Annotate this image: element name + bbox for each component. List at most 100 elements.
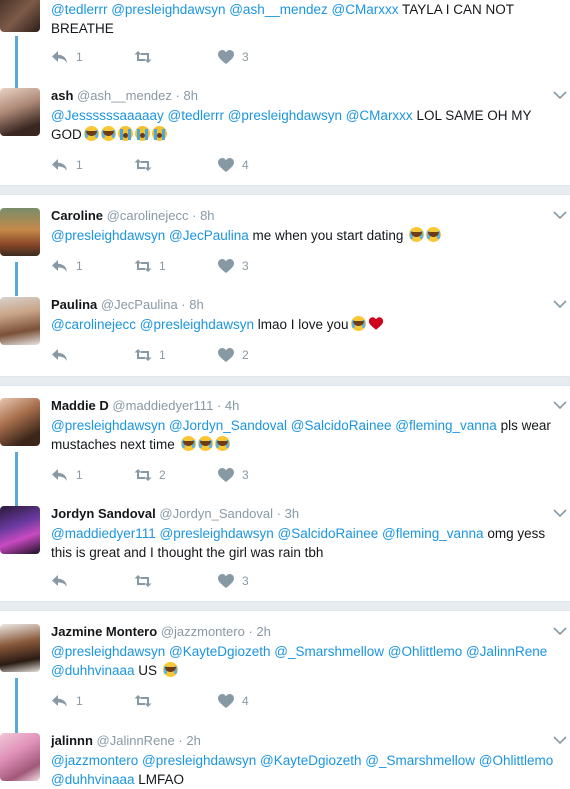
timestamp[interactable]: 2h <box>186 733 200 748</box>
like-button[interactable]: 4 <box>217 692 249 710</box>
heart-icon <box>218 259 234 273</box>
like-count: 4 <box>242 694 249 708</box>
username[interactable]: @Jordyn_Sandoval <box>159 506 273 521</box>
laughing-tears-emoji-icon <box>214 436 230 451</box>
chevron-down-icon[interactable] <box>553 210 567 220</box>
tweet-text: @jazzmontero @presleighdawsyn @KayteDgio… <box>51 751 561 789</box>
reply-button[interactable]: 1 <box>51 257 83 275</box>
like-button[interactable]: 3 <box>217 572 249 590</box>
timestamp[interactable]: 3h <box>285 506 299 521</box>
display-name[interactable]: Jordyn Sandoval <box>51 506 156 521</box>
display-name[interactable]: Maddie D <box>51 398 109 413</box>
like-button[interactable]: 3 <box>217 257 249 275</box>
retweet-button[interactable]: 1 <box>134 257 166 275</box>
reply-button[interactable]: 1 <box>51 692 83 710</box>
chevron-down-icon[interactable] <box>553 626 567 636</box>
conversation-separator <box>0 601 570 611</box>
tweet-text: @presleighdawsyn @JecPaulina me when you… <box>51 226 561 245</box>
username[interactable]: @carolinejecc <box>107 208 189 223</box>
retweet-icon <box>134 469 152 481</box>
heart-icon <box>218 574 234 588</box>
tweet-header: Jordyn Sandoval @Jordyn_Sandoval · 3h <box>51 506 300 521</box>
chevron-down-icon[interactable] <box>553 299 567 309</box>
reply-icon <box>52 469 67 481</box>
username[interactable]: @ash__mendez <box>77 88 172 103</box>
reply-count: 1 <box>76 259 83 273</box>
reply-button[interactable]: 1 <box>51 156 83 174</box>
mention-link[interactable]: @presleighdawsyn @KayteDgiozeth @_Smarsh… <box>51 644 547 678</box>
chevron-down-icon[interactable] <box>553 90 567 100</box>
timestamp[interactable]: 8h <box>184 88 198 103</box>
retweet-count: 2 <box>159 468 166 482</box>
laughing-tears-emoji-icon <box>350 316 366 331</box>
username[interactable]: @jazzmontero <box>161 624 245 639</box>
like-button[interactable]: 3 <box>217 48 249 66</box>
username[interactable]: @JecPaulina <box>101 297 178 312</box>
laughing-tears-emoji-icon <box>426 227 442 242</box>
timestamp[interactable]: 2h <box>256 624 270 639</box>
reply-icon <box>52 349 67 361</box>
timestamp[interactable]: 8h <box>189 297 203 312</box>
retweet-button[interactable]: 2 <box>134 466 166 484</box>
username[interactable]: @maddiedyer111 <box>112 398 213 413</box>
mention-link[interactable]: @jazzmontero @presleighdawsyn @KayteDgio… <box>51 753 553 787</box>
reply-icon <box>52 159 67 171</box>
conversation-separator <box>0 185 570 195</box>
reply-button[interactable]: 1 <box>51 466 83 484</box>
avatar[interactable] <box>0 88 40 136</box>
avatar[interactable] <box>0 733 40 781</box>
like-button[interactable]: 2 <box>217 346 249 364</box>
display-name[interactable]: Caroline <box>51 208 103 223</box>
reply-count: 1 <box>76 50 83 64</box>
chevron-down-icon[interactable] <box>553 508 567 518</box>
laughing-tears-emoji-icon <box>162 662 178 677</box>
tweet-text: @Jessssssaaaaay @tedlerrr @presleighdaws… <box>51 106 561 144</box>
display-name[interactable]: Paulina <box>51 297 97 312</box>
laughing-tears-emoji-icon <box>197 436 213 451</box>
mention-link[interactable]: @tedlerrr @presleighdawsyn @ash__mendez … <box>51 2 398 17</box>
timestamp[interactable]: 4h <box>225 398 239 413</box>
tweet-actions: 3 <box>51 572 351 590</box>
red-heart-emoji-icon <box>368 317 383 330</box>
retweet-icon <box>134 349 152 361</box>
avatar[interactable] <box>0 297 40 345</box>
retweet-button[interactable]: 1 <box>134 346 166 364</box>
tweet-text: @tedlerrr @presleighdawsyn @ash__mendez … <box>51 0 561 38</box>
avatar[interactable] <box>0 398 40 446</box>
like-button[interactable]: 4 <box>217 156 249 174</box>
display-name[interactable]: Jazmine Montero <box>51 624 157 639</box>
avatar[interactable] <box>0 506 40 554</box>
mention-link[interactable]: @presleighdawsyn @JecPaulina <box>51 228 249 243</box>
laughing-tears-emoji-icon <box>83 126 99 141</box>
retweet-count: 1 <box>159 259 166 273</box>
reply-button[interactable] <box>51 572 76 590</box>
display-name[interactable]: jalinnn <box>51 733 93 748</box>
reply-icon <box>52 51 67 63</box>
chevron-down-icon[interactable] <box>553 735 567 745</box>
mention-link[interactable]: @maddiedyer111 @presleighdawsyn @Salcido… <box>51 526 484 541</box>
display-name[interactable]: ash <box>51 88 73 103</box>
crying-face-emoji-icon <box>134 126 150 141</box>
retweet-button[interactable] <box>134 692 159 710</box>
mention-link[interactable]: @presleighdawsyn @Jordyn_Sandoval @Salci… <box>51 418 497 433</box>
retweet-button[interactable] <box>134 572 159 590</box>
tweet-actions: 1 4 <box>51 692 351 710</box>
tweet-header: Paulina @JecPaulina · 8h <box>51 297 204 312</box>
mention-link[interactable]: @carolinejecc @presleighdawsyn <box>51 317 254 332</box>
like-count: 4 <box>242 158 249 172</box>
mention-link[interactable]: @Jessssssaaaaay @tedlerrr @presleighdaws… <box>51 108 413 123</box>
retweet-button[interactable] <box>134 156 159 174</box>
reply-button[interactable]: 1 <box>51 48 83 66</box>
avatar[interactable] <box>0 0 40 32</box>
avatar[interactable] <box>0 208 40 256</box>
username[interactable]: @JalinnRene <box>97 733 175 748</box>
thread-line <box>15 678 18 734</box>
timestamp[interactable]: 8h <box>200 208 214 223</box>
reply-button[interactable] <box>51 346 76 364</box>
retweet-icon <box>134 695 152 707</box>
reply-icon <box>52 695 67 707</box>
like-button[interactable]: 3 <box>217 466 249 484</box>
avatar[interactable] <box>0 624 40 672</box>
chevron-down-icon[interactable] <box>553 400 567 410</box>
retweet-button[interactable] <box>134 48 159 66</box>
